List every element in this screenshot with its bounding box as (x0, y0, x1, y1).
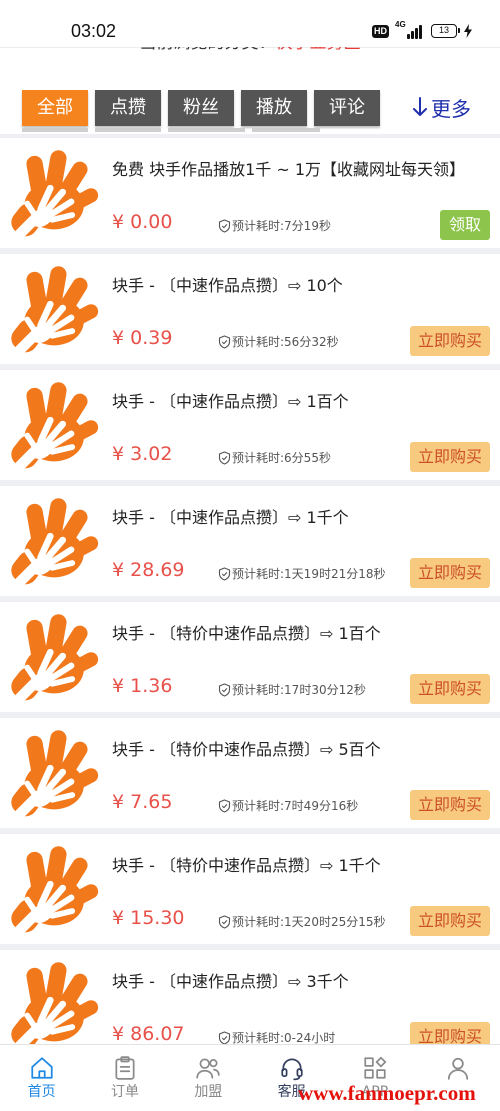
category-tabs: 全部 点攒 粉丝 播放 评论 (22, 90, 380, 126)
product-card[interactable]: 块手 - 〔特价中速作品点攒〕⇨ 1千个 ¥ 15.30 预计耗时:1天20时2… (0, 834, 500, 944)
buy-button[interactable]: 立即购买 (409, 326, 490, 356)
shield-check-icon (218, 451, 231, 465)
estimated-time: 预计耗时:17时30分12秒 (218, 682, 366, 698)
nav-home[interactable]: 首页 (0, 1045, 83, 1111)
battery-icon: 13 (431, 24, 460, 38)
watermark: www.fanmoepr.com (298, 1081, 476, 1105)
shield-check-icon (218, 1031, 231, 1045)
signal-icon: 4G (395, 20, 423, 39)
estimated-time-label: 预计耗时:17时30分12秒 (232, 683, 366, 697)
tab-row-2-edge (252, 128, 320, 132)
shield-check-icon (218, 683, 231, 697)
nav-label-home: 首页 (27, 1084, 56, 1100)
product-price: ¥ 0.00 (112, 211, 173, 233)
hd-icon: HD (372, 24, 389, 38)
tab-row-2-edge (95, 128, 161, 132)
product-card[interactable]: 免费 块手作品播放1千 ~ 1万【收藏网址每天领】 ¥ 0.00 预计耗时:7分… (0, 138, 500, 248)
apps-icon (362, 1055, 388, 1081)
product-price: ¥ 7.65 (112, 791, 173, 813)
product-price: ¥ 15.30 (112, 907, 185, 929)
tab-all[interactable]: 全部 (22, 90, 88, 126)
estimated-time: 预计耗时:7分19秒 (218, 218, 331, 234)
product-title: 块手 - 〔特价中速作品点攒〕⇨ 5百个 (112, 740, 381, 759)
product-price: ¥ 0.39 (112, 327, 173, 349)
estimated-time-label: 预计耗时:1天19时21分18秒 (232, 567, 386, 581)
tab-row-2-edge (168, 128, 245, 132)
shield-check-icon (218, 567, 231, 581)
product-price: ¥ 28.69 (112, 559, 185, 581)
headset-icon (279, 1055, 305, 1081)
estimated-time: 预计耗时:7时49分16秒 (218, 798, 358, 814)
product-title: 块手 - 〔中速作品点攒〕⇨ 10个 (112, 276, 343, 295)
buy-button[interactable]: 立即购买 (409, 558, 490, 588)
product-list: 免费 块手作品播放1千 ~ 1万【收藏网址每天领】 ¥ 0.00 预计耗时:7分… (0, 138, 500, 1111)
kuaishou-hand-logo-icon (8, 612, 104, 704)
status-icons: HD 4G 13 (372, 20, 473, 39)
shield-check-icon (218, 915, 231, 929)
estimated-time-label: 预计耗时:56分32秒 (232, 335, 339, 349)
product-title: 块手 - 〔中速作品点攒〕⇨ 3千个 (112, 972, 349, 991)
kuaishou-hand-logo-icon (8, 380, 104, 472)
arrow-down-icon (412, 96, 428, 118)
buy-button[interactable]: 立即购买 (409, 674, 490, 704)
buy-button[interactable]: 立即购买 (409, 790, 490, 820)
tab-comments[interactable]: 评论 (314, 90, 380, 126)
estimated-time: 预计耗时:56分32秒 (218, 334, 339, 350)
shield-check-icon (218, 219, 231, 233)
product-card[interactable]: 块手 - 〔中速作品点攒〕⇨ 1千个 ¥ 28.69 预计耗时:1天19时21分… (0, 486, 500, 596)
kuaishou-hand-logo-icon (8, 264, 104, 356)
tab-likes[interactable]: 点攒 (95, 90, 161, 126)
home-icon (29, 1055, 55, 1081)
kuaishou-hand-logo-icon (8, 960, 104, 1052)
product-price: ¥ 1.36 (112, 675, 173, 697)
estimated-time-label: 预计耗时:6分55秒 (232, 451, 331, 465)
product-card[interactable]: 块手 - 〔特价中速作品点攒〕⇨ 1百个 ¥ 1.36 预计耗时:17时30分1… (0, 602, 500, 712)
nav-label-orders: 订单 (110, 1084, 139, 1100)
clipboard-icon (112, 1055, 138, 1081)
kuaishou-hand-logo-icon (8, 148, 104, 240)
charging-bolt-icon (463, 24, 473, 38)
product-card[interactable]: 块手 - 〔特价中速作品点攒〕⇨ 5百个 ¥ 7.65 预计耗时:7时49分16… (0, 718, 500, 828)
buy-button[interactable]: 立即购买 (409, 442, 490, 472)
nav-label-join: 加盟 (194, 1084, 223, 1100)
estimated-time-label: 预计耗时:1天20时25分15秒 (232, 915, 386, 929)
tab-fans[interactable]: 粉丝 (168, 90, 234, 126)
product-price: ¥ 3.02 (112, 443, 173, 465)
estimated-time: 预计耗时:1天20时25分15秒 (218, 914, 386, 930)
product-title: 免费 块手作品播放1千 ~ 1万【收藏网址每天领】 (112, 160, 466, 179)
status-bar: 03:02 HD 4G 13 (0, 0, 500, 47)
product-card[interactable]: 块手 - 〔中速作品点攒〕⇨ 10个 ¥ 0.39 预计耗时:56分32秒 立即… (0, 254, 500, 364)
nav-join[interactable]: 加盟 (167, 1045, 250, 1111)
nav-orders[interactable]: 订单 (83, 1045, 166, 1111)
tab-row-2-edge (22, 128, 88, 132)
product-title: 块手 - 〔特价中速作品点攒〕⇨ 1百个 (112, 624, 381, 643)
network-type: 4G (395, 20, 406, 29)
users-icon (195, 1055, 221, 1081)
product-card[interactable]: 块手 - 〔中速作品点攒〕⇨ 1百个 ¥ 3.02 预计耗时:6分55秒 立即购… (0, 370, 500, 480)
status-time: 03:02 (71, 21, 117, 41)
shield-check-icon (218, 799, 231, 813)
product-title: 块手 - 〔特价中速作品点攒〕⇨ 1千个 (112, 856, 381, 875)
product-title: 块手 - 〔中速作品点攒〕⇨ 1百个 (112, 392, 349, 411)
product-price: ¥ 86.07 (112, 1023, 185, 1045)
user-icon (445, 1055, 471, 1081)
estimated-time: 预计耗时:1天19时21分18秒 (218, 566, 386, 582)
estimated-time-label: 预计耗时:7分19秒 (232, 219, 331, 233)
more-label: 更多 (431, 96, 471, 121)
more-categories-link[interactable]: 更多 (412, 93, 471, 121)
kuaishou-hand-logo-icon (8, 728, 104, 820)
kuaishou-hand-logo-icon (8, 844, 104, 936)
shield-check-icon (218, 335, 231, 349)
estimated-time: 预计耗时:6分55秒 (218, 450, 331, 466)
buy-button[interactable]: 立即购买 (409, 906, 490, 936)
kuaishou-hand-logo-icon (8, 496, 104, 588)
claim-button[interactable]: 领取 (440, 210, 490, 240)
product-title: 块手 - 〔中速作品点攒〕⇨ 1千个 (112, 508, 349, 527)
estimated-time-label: 预计耗时:7时49分16秒 (232, 799, 359, 813)
tab-plays[interactable]: 播放 (241, 90, 307, 126)
